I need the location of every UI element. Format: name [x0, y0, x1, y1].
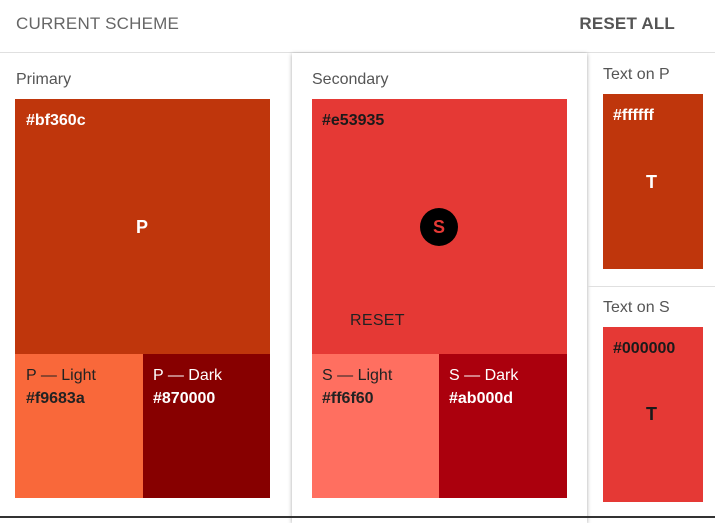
text-on-s-letter: T [646, 404, 657, 424]
page-title: CURRENT SCHEME [16, 14, 180, 33]
header-bar: CURRENT SCHEME RESET ALL [0, 0, 715, 53]
primary-label: Primary [16, 71, 72, 88]
reset-all-button[interactable]: RESET ALL [579, 14, 675, 34]
text-on-s-hex: #000000 [613, 340, 676, 357]
primary-dark-hex: #870000 [153, 390, 216, 407]
secondary-label: Secondary [312, 71, 389, 88]
text-on-s-label: Text on S [603, 299, 670, 316]
primary-hex: #bf360c [26, 112, 86, 129]
secondary-hex: #e53935 [322, 112, 385, 129]
secondary-dark-hex: #ab000d [449, 390, 514, 407]
text-on-p-hex: #ffffff [613, 107, 654, 124]
secondary-light-hex: #ff6f60 [322, 390, 374, 407]
primary-letter: P [136, 217, 149, 237]
secondary-light-label: S — Light [322, 367, 393, 384]
secondary-badge: S [420, 208, 458, 246]
text-on-p-letter: T [646, 172, 657, 192]
divider [588, 286, 715, 287]
primary-dark-label: P — Dark [153, 367, 223, 384]
secondary-reset-button[interactable]: RESET [350, 312, 405, 330]
secondary-dark-label: S — Dark [449, 367, 519, 384]
primary-light-hex: #f9683a [26, 390, 85, 407]
primary-light-label: P — Light [26, 367, 96, 384]
text-on-p-label: Text on P [603, 66, 670, 83]
